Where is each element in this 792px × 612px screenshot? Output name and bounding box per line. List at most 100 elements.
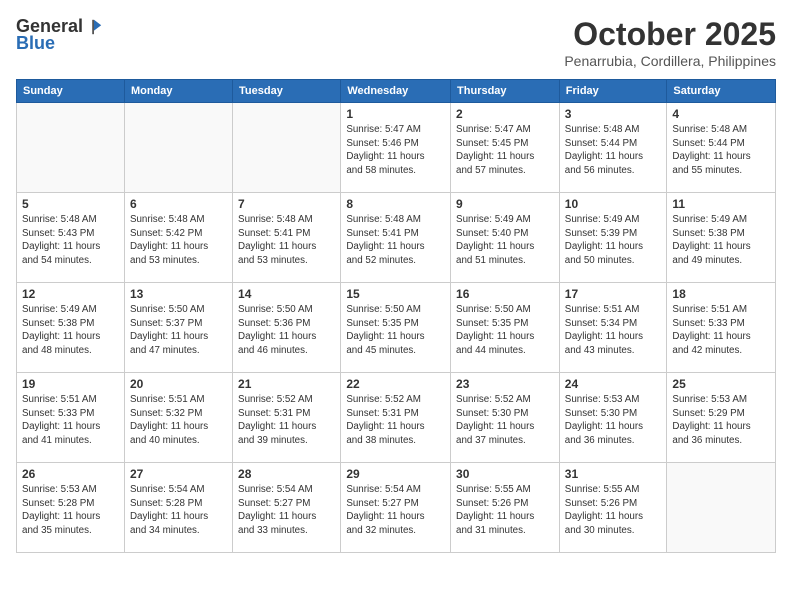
day-info: Sunrise: 5:48 AM Sunset: 5:41 PM Dayligh… [238,213,335,268]
day-number: 22 [346,377,445,391]
day-info: Sunrise: 5:47 AM Sunset: 5:45 PM Dayligh… [456,123,554,178]
day-number: 7 [238,197,335,211]
day-number: 4 [672,107,770,121]
calendar-day-5: 5 Sunrise: 5:48 AM Sunset: 5:43 PM Daylig… [17,193,125,283]
calendar-week-1: 5 Sunrise: 5:48 AM Sunset: 5:43 PM Daylig… [17,193,776,283]
title-block: October 2025 Penarrubia, Cordillera, Phi… [564,16,776,69]
day-info: Sunrise: 5:53 AM Sunset: 5:30 PM Dayligh… [565,393,662,448]
day-number: 24 [565,377,662,391]
day-number: 2 [456,107,554,121]
calendar-week-3: 19Sunrise: 5:51 AM Sunset: 5:33 PM Dayli… [17,373,776,463]
weekday-header-tuesday: Tuesday [233,80,341,103]
weekday-header-sunday: Sunday [17,80,125,103]
calendar-day-24: 24 Sunrise: 5:53 AM Sunset: 5:30 PM Dayli… [559,373,667,463]
day-info: Sunrise: 5:48 AM Sunset: 5:41 PM Dayligh… [346,213,445,268]
day-info: Sunrise: 5:51 AM Sunset: 5:32 PM Dayligh… [130,393,227,448]
day-info: Sunrise: 5:52 AM Sunset: 5:31 PM Dayligh… [346,393,445,448]
day-number: 12 [22,287,119,301]
calendar-day-27: 27 Sunrise: 5:54 AM Sunset: 5:28 PM Dayli… [124,463,232,553]
calendar-day-4: 4Sunrise: 5:48 AM Sunset: 5:44 PM Daylig… [667,103,776,193]
day-info: Sunrise: 5:55 AM Sunset: 5:26 PM Dayligh… [565,483,662,538]
calendar-day-17: 17Sunrise: 5:51 AM Sunset: 5:34 PM Dayli… [559,283,667,373]
calendar-day-13: 13 Sunrise: 5:50 AM Sunset: 5:37 PM Dayli… [124,283,232,373]
calendar-day-empty [124,103,232,193]
day-info: Sunrise: 5:47 AM Sunset: 5:46 PM Dayligh… [346,123,445,178]
day-number: 3 [565,107,662,121]
day-number: 14 [238,287,335,301]
day-info: Sunrise: 5:54 AM Sunset: 5:28 PM Dayligh… [130,483,227,538]
calendar-day-16: 16 Sunrise: 5:50 AM Sunset: 5:35 PM Dayli… [451,283,560,373]
calendar-day-15: 15 Sunrise: 5:50 AM Sunset: 5:35 PM Dayli… [341,283,451,373]
weekday-header-wednesday: Wednesday [341,80,451,103]
day-info: Sunrise: 5:49 AM Sunset: 5:39 PM Dayligh… [565,213,662,268]
day-info: Sunrise: 5:54 AM Sunset: 5:27 PM Dayligh… [346,483,445,538]
day-number: 27 [130,467,227,481]
day-info: Sunrise: 5:50 AM Sunset: 5:35 PM Dayligh… [346,303,445,358]
day-number: 9 [456,197,554,211]
day-info: Sunrise: 5:51 AM Sunset: 5:33 PM Dayligh… [672,303,770,358]
day-info: Sunrise: 5:49 AM Sunset: 5:38 PM Dayligh… [672,213,770,268]
day-info: Sunrise: 5:50 AM Sunset: 5:37 PM Dayligh… [130,303,227,358]
calendar-day-31: 31 Sunrise: 5:55 AM Sunset: 5:26 PM Dayli… [559,463,667,553]
calendar-day-25: 25 Sunrise: 5:53 AM Sunset: 5:29 PM Dayli… [667,373,776,463]
calendar-day-20: 20 Sunrise: 5:51 AM Sunset: 5:32 PM Dayli… [124,373,232,463]
day-number: 26 [22,467,119,481]
weekday-header-saturday: Saturday [667,80,776,103]
calendar-day-14: 14 Sunrise: 5:50 AM Sunset: 5:36 PM Dayli… [233,283,341,373]
day-number: 15 [346,287,445,301]
day-number: 21 [238,377,335,391]
weekday-header-monday: Monday [124,80,232,103]
location: Penarrubia, Cordillera, Philippines [564,53,776,69]
day-number: 31 [565,467,662,481]
calendar-day-23: 23 Sunrise: 5:52 AM Sunset: 5:30 PM Dayli… [451,373,560,463]
day-number: 6 [130,197,227,211]
calendar-week-0: 1 Sunrise: 5:47 AM Sunset: 5:46 PM Daylig… [17,103,776,193]
weekday-header-friday: Friday [559,80,667,103]
day-info: Sunrise: 5:48 AM Sunset: 5:43 PM Dayligh… [22,213,119,268]
day-number: 20 [130,377,227,391]
calendar-day-6: 6Sunrise: 5:48 AM Sunset: 5:42 PM Daylig… [124,193,232,283]
page-header: General Blue October 2025 Penarrubia, Co… [16,16,776,69]
day-number: 13 [130,287,227,301]
calendar-day-28: 28Sunrise: 5:54 AM Sunset: 5:27 PM Dayli… [233,463,341,553]
day-info: Sunrise: 5:48 AM Sunset: 5:44 PM Dayligh… [565,123,662,178]
day-info: Sunrise: 5:50 AM Sunset: 5:36 PM Dayligh… [238,303,335,358]
calendar-day-30: 30Sunrise: 5:55 AM Sunset: 5:26 PM Dayli… [451,463,560,553]
day-info: Sunrise: 5:50 AM Sunset: 5:35 PM Dayligh… [456,303,554,358]
day-number: 5 [22,197,119,211]
day-info: Sunrise: 5:52 AM Sunset: 5:30 PM Dayligh… [456,393,554,448]
day-number: 18 [672,287,770,301]
calendar-day-12: 12 Sunrise: 5:49 AM Sunset: 5:38 PM Dayli… [17,283,125,373]
day-info: Sunrise: 5:49 AM Sunset: 5:40 PM Dayligh… [456,213,554,268]
calendar-body: 1 Sunrise: 5:47 AM Sunset: 5:46 PM Daylig… [17,103,776,553]
calendar-day-empty [17,103,125,193]
calendar-day-22: 22 Sunrise: 5:52 AM Sunset: 5:31 PM Dayli… [341,373,451,463]
day-number: 25 [672,377,770,391]
calendar-day-3: 3 Sunrise: 5:48 AM Sunset: 5:44 PM Daylig… [559,103,667,193]
day-number: 29 [346,467,445,481]
calendar-table: SundayMondayTuesdayWednesdayThursdayFrid… [16,79,776,553]
logo-blue: Blue [16,33,55,54]
calendar-day-8: 8 Sunrise: 5:48 AM Sunset: 5:41 PM Daylig… [341,193,451,283]
calendar-week-4: 26 Sunrise: 5:53 AM Sunset: 5:28 PM Dayli… [17,463,776,553]
calendar-day-29: 29 Sunrise: 5:54 AM Sunset: 5:27 PM Dayli… [341,463,451,553]
calendar-day-9: 9 Sunrise: 5:49 AM Sunset: 5:40 PM Daylig… [451,193,560,283]
day-info: Sunrise: 5:53 AM Sunset: 5:28 PM Dayligh… [22,483,119,538]
day-info: Sunrise: 5:54 AM Sunset: 5:27 PM Dayligh… [238,483,335,538]
day-number: 1 [346,107,445,121]
day-info: Sunrise: 5:51 AM Sunset: 5:34 PM Dayligh… [565,303,662,358]
calendar-day-1: 1 Sunrise: 5:47 AM Sunset: 5:46 PM Daylig… [341,103,451,193]
calendar-day-10: 10Sunrise: 5:49 AM Sunset: 5:39 PM Dayli… [559,193,667,283]
day-number: 8 [346,197,445,211]
month-title: October 2025 [564,16,776,53]
day-number: 16 [456,287,554,301]
calendar-day-7: 7 Sunrise: 5:48 AM Sunset: 5:41 PM Daylig… [233,193,341,283]
day-info: Sunrise: 5:49 AM Sunset: 5:38 PM Dayligh… [22,303,119,358]
day-number: 23 [456,377,554,391]
calendar-day-21: 21Sunrise: 5:52 AM Sunset: 5:31 PM Dayli… [233,373,341,463]
calendar-day-18: 18 Sunrise: 5:51 AM Sunset: 5:33 PM Dayli… [667,283,776,373]
day-info: Sunrise: 5:53 AM Sunset: 5:29 PM Dayligh… [672,393,770,448]
calendar-day-2: 2 Sunrise: 5:47 AM Sunset: 5:45 PM Daylig… [451,103,560,193]
logo-flag-icon [85,18,103,36]
calendar-week-2: 12 Sunrise: 5:49 AM Sunset: 5:38 PM Dayli… [17,283,776,373]
